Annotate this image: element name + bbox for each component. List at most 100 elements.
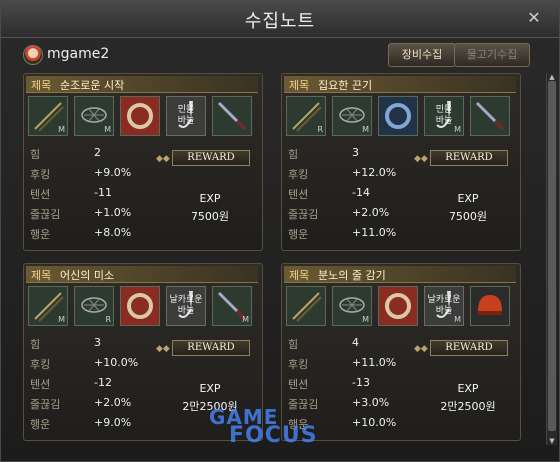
stat-value: +1.0% — [94, 206, 132, 219]
collection-note-window: 수집노트 ✕ mgame2 장비수집 물고기수집 제목 순조로운 시작 M M 민물 바… — [0, 0, 560, 462]
title-label: 제목 — [31, 269, 52, 282]
item-slot[interactable]: 날카로운 바늘 M — [424, 286, 464, 326]
stat-row: 후킹 +9.0% — [30, 164, 150, 184]
knife-icon — [213, 101, 251, 139]
stats-list: 힘 2 후킹 +9.0% 텐션 -11 줄끊김 +1.0% 행운 +8.0% — [30, 144, 150, 244]
slot-item-name: 민물 바늘 — [435, 105, 453, 126]
scrollbar[interactable]: ▲ ▼ — [546, 73, 557, 445]
reward-left-ornament-icon: ◆◆ — [156, 154, 170, 164]
item-slot[interactable]: 날카로운 바늘 — [166, 286, 206, 326]
collection-title: 순조로운 시작 — [60, 79, 125, 92]
slot-item-name: 날카로운 바늘 — [169, 295, 203, 316]
collection-panel: 제목 순조로운 시작 M M 민물 바늘 힘 2 후킹 +9.0% 텐션 -11 줄끊김 +1.0% 행운… — [23, 73, 263, 251]
slot-grade-tag: M — [362, 315, 369, 324]
stat-value: -13 — [352, 376, 370, 389]
stat-value: +3.0% — [352, 396, 390, 409]
stat-row: 힘3 — [30, 334, 150, 354]
close-icon[interactable]: ✕ — [525, 9, 543, 27]
window-title: 수집노트 — [244, 11, 316, 32]
item-slot[interactable]: M — [28, 96, 68, 136]
slot-item-name: 날카로운 바늘 — [427, 295, 461, 316]
stat-label: 후킹 — [288, 358, 309, 371]
stat-row: 힘4 — [288, 334, 408, 354]
stat-row: 행운 +11.0% — [288, 224, 408, 244]
stat-value: +9.0% — [94, 416, 132, 429]
stat-value: +11.0% — [352, 226, 397, 239]
item-slot[interactable] — [378, 286, 418, 326]
stat-row: 행운 +8.0% — [30, 224, 150, 244]
fish-collection-button[interactable]: 물고기수집 — [454, 43, 530, 67]
reward-banner: REWARD — [430, 340, 508, 356]
item-slot[interactable] — [120, 96, 160, 136]
item-slot[interactable]: M — [332, 286, 372, 326]
scroll-down-icon[interactable]: ▼ — [547, 437, 557, 445]
stat-label: 힘 — [288, 148, 299, 161]
item-slot[interactable] — [470, 286, 510, 326]
stat-label: 행운 — [30, 418, 51, 431]
item-slot[interactable]: M — [212, 286, 252, 326]
stat-label: 후킹 — [30, 168, 51, 181]
stat-label: 텐션 — [30, 378, 51, 391]
scroll-up-icon[interactable]: ▲ — [547, 73, 557, 81]
fishing-rod-icon — [287, 292, 325, 329]
stat-value: 3 — [352, 146, 359, 159]
item-slot[interactable]: R — [74, 286, 114, 326]
item-slot[interactable]: 민물 바늘 — [166, 96, 206, 136]
item-slot[interactable] — [120, 286, 160, 326]
stat-label: 후킹 — [288, 168, 309, 181]
slot-grade-tag: M — [104, 125, 111, 134]
stat-label: 줄끊김 — [30, 398, 61, 411]
stat-value: -14 — [352, 186, 370, 199]
reward-money: 2만2500원 — [440, 400, 496, 413]
stat-row: 줄끊김 +2.0% — [288, 204, 408, 224]
item-slot[interactable]: M — [332, 96, 372, 136]
slot-grade-tag: M — [58, 315, 65, 324]
stat-value: +11.0% — [352, 356, 397, 369]
stat-row: 후킹 +10.0% — [30, 354, 150, 374]
stat-label: 행운 — [288, 228, 309, 241]
item-slot[interactable] — [470, 96, 510, 136]
collection-title: 분노의 줄 감기 — [318, 269, 386, 282]
stat-row: 텐션 -11 — [30, 184, 150, 204]
equipment-collection-button[interactable]: 장비수집 — [388, 43, 456, 67]
reward-left-ornament-icon: ◆◆ — [414, 344, 428, 354]
item-slot[interactable] — [286, 286, 326, 326]
item-slot[interactable]: M — [28, 286, 68, 326]
slot-grade-tag: M — [454, 125, 461, 134]
stat-label: 후킹 — [30, 358, 51, 371]
slot-grade-tag: M — [362, 125, 369, 134]
ring-icon — [121, 97, 159, 139]
item-slot[interactable]: R — [286, 96, 326, 136]
scroll-thumb[interactable] — [548, 81, 556, 431]
stat-label: 텐션 — [30, 188, 51, 201]
title-label: 제목 — [289, 79, 310, 92]
stat-value: 3 — [94, 336, 101, 349]
collection-panel: 제목 집요한 끈기 R M 민물 바늘 M 힘 3 후킹 +12.0% 텐션 -14 줄끊김 +2.0% 행… — [281, 73, 521, 251]
item-slot[interactable]: 민물 바늘 M — [424, 96, 464, 136]
stat-row: 후킹 +12.0% — [288, 164, 408, 184]
slot-grade-tag: M — [242, 315, 249, 324]
stat-value: +8.0% — [94, 226, 132, 239]
watermark-focus-text: FOCUS — [229, 423, 318, 448]
item-slot[interactable] — [378, 96, 418, 136]
title-label: 제목 — [289, 269, 310, 282]
stat-row: 힘3 — [288, 144, 408, 164]
stat-label: 텐션 — [288, 378, 309, 391]
stats-list: 힘 3 후킹 +12.0% 텐션 -14 줄끊김 +2.0% 행운 +11.0% — [288, 144, 408, 244]
stat-label: 힘 — [288, 338, 299, 351]
slot-grade-tag: M — [454, 315, 461, 324]
stat-value: +10.0% — [352, 416, 397, 429]
stat-value: +2.0% — [94, 396, 132, 409]
slot-item-name: 민물 바늘 — [177, 105, 195, 126]
avatar — [23, 45, 43, 65]
stat-value: +10.0% — [94, 356, 139, 369]
reward-money: 7500원 — [448, 210, 488, 223]
stat-row: 텐션 -13 — [288, 374, 408, 394]
reward-money: 7500원 — [190, 210, 230, 223]
reward-left-ornament-icon: ◆◆ — [414, 154, 428, 164]
item-slot[interactable]: M — [74, 96, 114, 136]
watermark-logo: GAME FOCUS — [209, 405, 317, 455]
ring-icon — [379, 97, 417, 139]
reward-banner: REWARD — [172, 150, 250, 166]
item-slot[interactable] — [212, 96, 252, 136]
